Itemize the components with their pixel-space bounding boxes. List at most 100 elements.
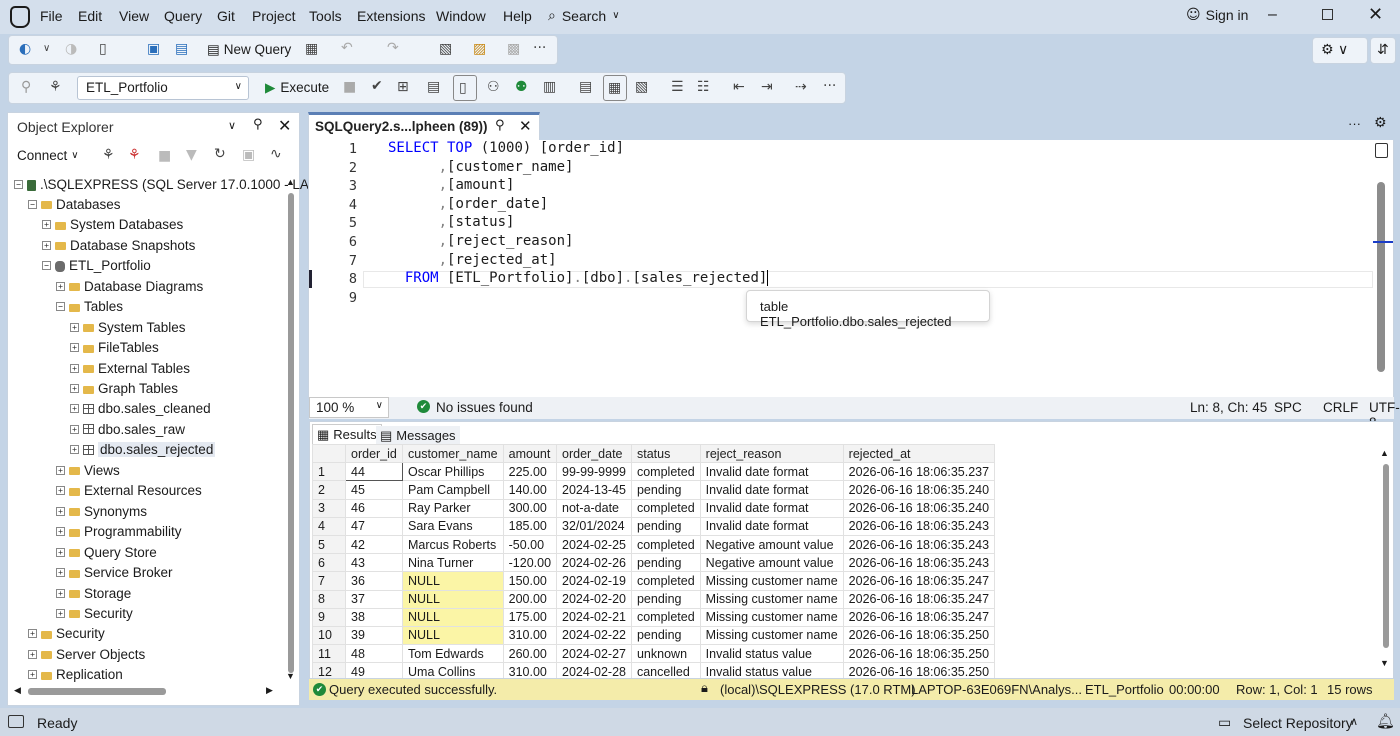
script-icon[interactable]: ▦ — [305, 41, 318, 57]
table-cell[interactable]: Invalid date format — [699, 516, 844, 536]
scroll-left-icon[interactable]: ◀ — [14, 685, 21, 696]
connect-icon[interactable]: ⚘ — [49, 79, 62, 95]
table-cell[interactable]: 2026-06-16 18:06:35.237 — [842, 462, 996, 482]
results-grid[interactable]: order_id customer_name amount order_date sta… — [312, 444, 996, 678]
results-to-file-icon[interactable]: ▧ — [635, 79, 648, 95]
scroll-down-icon[interactable]: ▼ — [286, 671, 295, 681]
search-button[interactable]: ⌕ Search ∨ — [548, 8, 620, 24]
table-cell[interactable]: 260.00 — [502, 644, 558, 664]
tab-messages[interactable]: ▤ Messages — [376, 426, 460, 444]
table-cell[interactable]: pending — [630, 480, 701, 500]
expand-icon[interactable]: + — [70, 322, 79, 332]
table-cell[interactable]: 2026-06-16 18:06:35.250 — [842, 625, 996, 646]
menu-extensions[interactable]: Extensions — [357, 8, 425, 24]
stop-icon[interactable]: ■ — [343, 79, 356, 95]
expand-icon[interactable]: + — [42, 220, 51, 230]
undo-icon[interactable]: ↶ — [341, 40, 353, 56]
table-row[interactable]: 9 38 NULL 175.00 2024-02-21 completed Missing … — [312, 607, 996, 627]
menu-tools[interactable]: Tools — [309, 8, 342, 24]
intellisense-icon[interactable]: ▤ — [427, 79, 440, 95]
table-row[interactable]: 1 44 Oscar Phillips 225.00 99-99-9999 complet… — [312, 462, 996, 482]
table-cell[interactable]: 47 — [345, 516, 403, 536]
tree-item[interactable]: − Databases — [28, 194, 121, 214]
expand-icon[interactable]: + — [56, 608, 65, 618]
column-header[interactable]: order_id — [345, 444, 403, 464]
table-row[interactable]: 3 46 Ray Parker 300.00 not-a-date completed In… — [312, 498, 996, 518]
client-stats-icon[interactable]: ▥ — [543, 79, 556, 95]
table-cell[interactable]: NULL — [402, 607, 504, 627]
table-cell[interactable]: Missing customer name — [699, 625, 844, 646]
tree-item[interactable]: + FileTables — [70, 338, 159, 358]
line-ending[interactable]: CRLF — [1323, 400, 1358, 415]
expand-icon[interactable]: + — [56, 281, 65, 291]
table-cell[interactable]: pending — [630, 516, 701, 536]
activity-icon[interactable]: ∿ — [270, 146, 282, 162]
include-plan-icon[interactable]: ⚇ — [487, 79, 500, 95]
expand-icon[interactable]: + — [56, 486, 65, 496]
table-cell[interactable]: NULL — [402, 589, 504, 609]
decrease-indent-icon[interactable]: ⇤ — [733, 79, 745, 95]
table-cell[interactable]: 99-99-9999 — [556, 462, 632, 482]
expand-icon[interactable]: + — [70, 445, 79, 455]
table-cell[interactable]: completed — [630, 607, 701, 627]
table-cell[interactable]: 44 — [345, 462, 403, 482]
chevron-down-icon[interactable]: ∨ — [228, 119, 236, 132]
tree-item[interactable]: + Security — [56, 603, 133, 623]
pin-icon[interactable]: ⚲ — [495, 118, 505, 133]
tree-item[interactable]: − .\SQLEXPRESS (SQL Server 17.0.1000 - LA — [14, 174, 309, 194]
properties-icon[interactable]: ▩ — [507, 41, 520, 57]
table-cell[interactable]: Sara Evans — [402, 516, 504, 536]
collapse-icon[interactable]: − — [42, 261, 51, 271]
table-cell[interactable]: Invalid status value — [699, 644, 844, 664]
sign-in-button[interactable]: ☺ Sign in — [1186, 7, 1248, 23]
row-number[interactable]: 11 — [312, 644, 346, 664]
table-cell[interactable]: Invalid date format — [699, 498, 844, 518]
more-icon[interactable]: ··· — [533, 40, 546, 56]
table-cell[interactable]: NULL — [402, 571, 504, 591]
table-cell[interactable]: Missing customer name — [699, 571, 844, 591]
close-tab-icon[interactable]: ✕ — [519, 117, 532, 135]
cursor-position[interactable]: Ln: 8, Ch: 45 — [1190, 400, 1267, 415]
table-cell[interactable]: 2024-02-20 — [556, 589, 632, 609]
table-cell[interactable]: unknown — [630, 644, 701, 664]
summary-icon[interactable]: ▣ — [242, 147, 255, 163]
table-cell[interactable]: 39 — [345, 625, 403, 646]
table-cell[interactable]: 48 — [345, 644, 403, 664]
issues-status[interactable]: No issues found — [436, 400, 533, 415]
table-cell[interactable]: Pam Campbell — [402, 480, 504, 500]
table-cell[interactable]: 2026-06-16 18:06:35.243 — [842, 516, 996, 536]
table-cell[interactable]: 2026-06-16 18:06:35.243 — [842, 534, 996, 555]
table-cell[interactable]: 185.00 — [502, 516, 558, 536]
table-cell[interactable]: completed — [630, 534, 701, 555]
table-cell[interactable]: NULL — [402, 625, 504, 646]
table-cell[interactable]: pending — [630, 625, 701, 646]
tree-item[interactable]: + Synonyms — [56, 501, 147, 521]
table-cell[interactable]: 2026-06-16 18:06:35.247 — [842, 589, 996, 609]
comment-icon[interactable]: ☰ — [671, 79, 684, 95]
table-cell[interactable]: 225.00 — [502, 462, 558, 482]
tree-item[interactable]: + Storage — [56, 583, 131, 603]
h-scrollbar-thumb[interactable] — [28, 688, 166, 695]
table-cell[interactable]: 37 — [345, 589, 403, 609]
parse-icon[interactable]: ✔ — [371, 78, 383, 94]
table-cell[interactable]: completed — [630, 571, 701, 591]
expand-icon[interactable]: + — [70, 424, 79, 434]
results-to-grid-icon[interactable]: ▯ — [453, 75, 477, 101]
forward-icon[interactable]: ◑ — [65, 41, 77, 57]
tree-item[interactable]: − Tables — [56, 297, 123, 317]
tree-item[interactable]: + dbo.sales_rejected — [70, 440, 216, 460]
menu-view[interactable]: View — [119, 8, 149, 24]
zoom-select[interactable]: 100 % ∨ — [309, 397, 389, 418]
table-cell[interactable]: Marcus Roberts — [402, 534, 504, 555]
notification-icon[interactable] — [8, 715, 24, 728]
bell-icon[interactable]: 🔔︎ — [1376, 712, 1395, 730]
table-cell[interactable]: Oscar Phillips — [402, 462, 504, 482]
expand-icon[interactable]: + — [28, 629, 37, 639]
tree-item[interactable]: + Database Snapshots — [42, 235, 195, 255]
collapse-icon[interactable]: − — [14, 179, 23, 189]
redo-icon[interactable]: ↷ — [387, 40, 399, 56]
scroll-right-icon[interactable]: ▶ — [266, 685, 273, 696]
back-icon[interactable]: ◐ — [19, 41, 31, 57]
scrollbar-thumb[interactable] — [288, 193, 294, 673]
more-icon[interactable]: ··· — [823, 78, 836, 94]
